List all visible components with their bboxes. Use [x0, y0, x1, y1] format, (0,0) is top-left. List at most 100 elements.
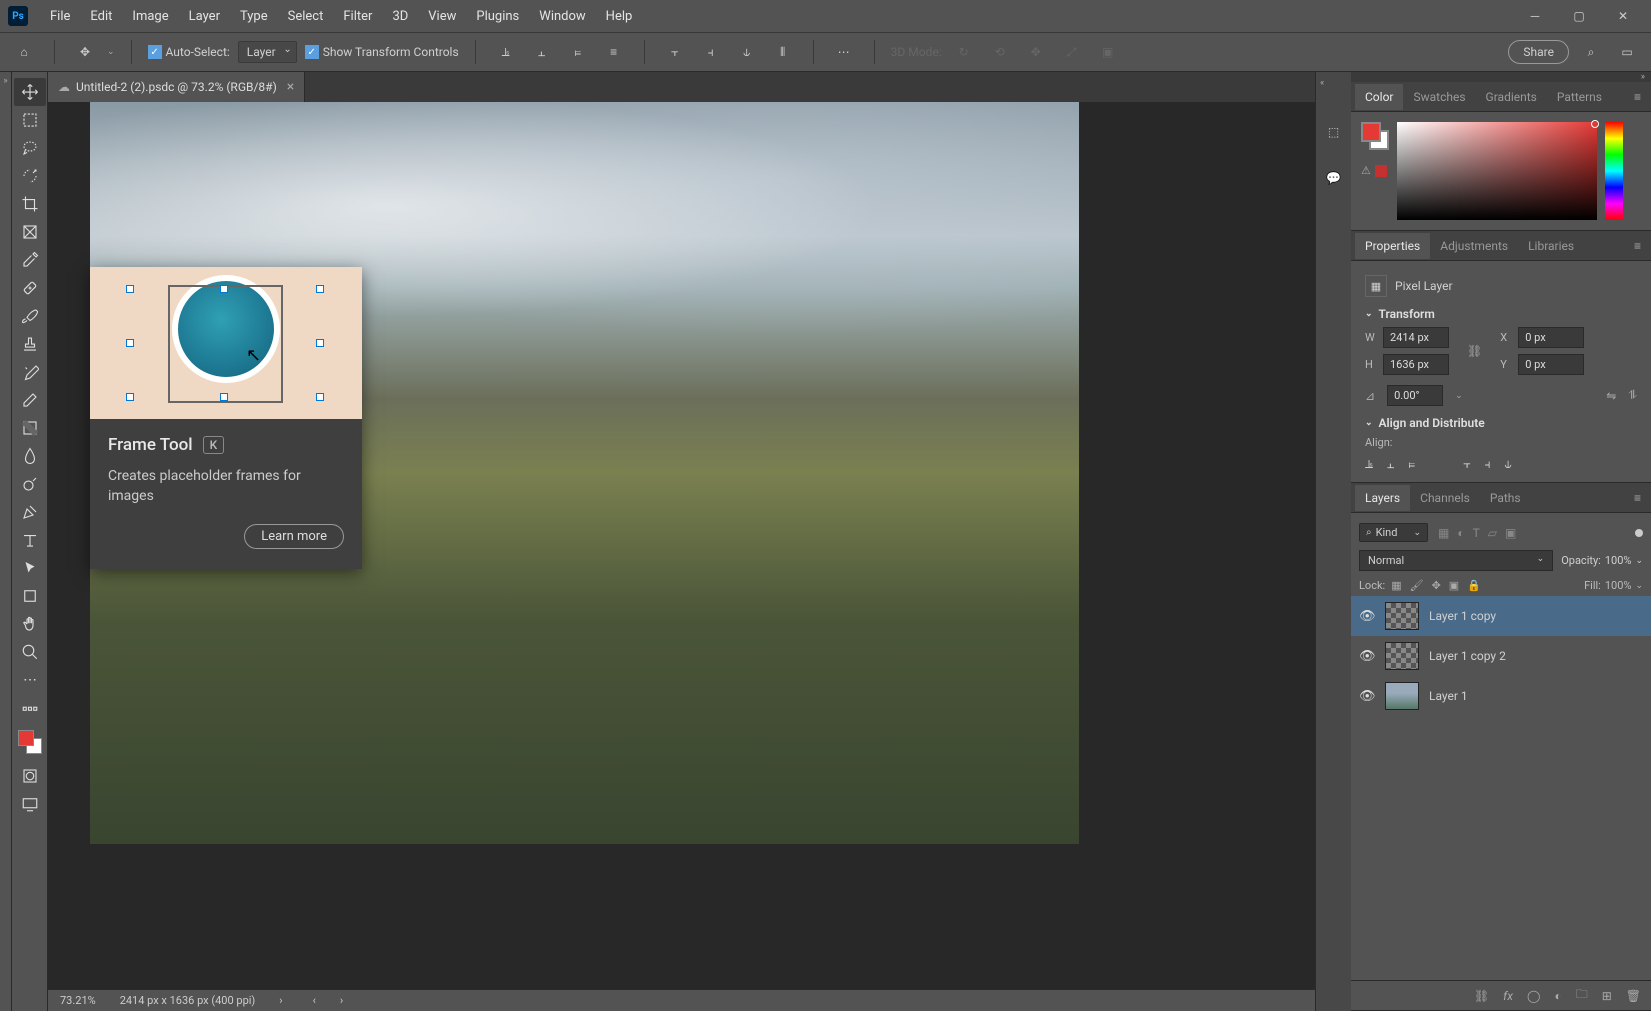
quick-select-tool[interactable] [14, 162, 46, 190]
minimize-button[interactable]: ─ [1515, 4, 1555, 28]
frame-tool[interactable] [14, 218, 46, 246]
filter-smart-icon[interactable]: ▣ [1505, 526, 1516, 540]
home-icon[interactable]: ⌂ [10, 38, 38, 66]
lock-artboard-icon[interactable]: ▣ [1449, 579, 1459, 592]
auto-select-checkbox[interactable]: ✓ Auto-Select: [148, 45, 230, 59]
fx-icon[interactable]: fx [1503, 989, 1513, 1003]
zoom-level[interactable]: 73.21% [60, 994, 96, 1007]
tab-paths[interactable]: Paths [1480, 485, 1531, 511]
share-button[interactable]: Share [1508, 40, 1569, 64]
angle-input[interactable] [1387, 385, 1443, 406]
more-icon[interactable]: ⋯ [830, 38, 858, 66]
document-tab[interactable]: ☁ Untitled-2 (2).psdc @ 73.2% (RGB/8#) × [48, 72, 305, 102]
close-tab-icon[interactable]: × [287, 79, 294, 95]
stamp-tool[interactable] [14, 330, 46, 358]
menu-layer[interactable]: Layer [179, 3, 230, 30]
edit-toolbar-icon[interactable] [14, 694, 46, 722]
menu-3d[interactable]: 3D [382, 3, 418, 30]
menu-file[interactable]: File [40, 3, 80, 30]
menu-type[interactable]: Type [230, 3, 278, 30]
height-input[interactable] [1383, 354, 1449, 375]
lock-transparency-icon[interactable]: ▦ [1391, 579, 1401, 592]
right-collapse-icon[interactable]: » [1351, 72, 1651, 82]
menu-edit[interactable]: Edit [80, 3, 122, 30]
type-tool[interactable] [14, 526, 46, 554]
maximize-button[interactable]: ▢ [1559, 4, 1599, 28]
tab-channels[interactable]: Channels [1410, 485, 1480, 511]
properties-panel-menu-icon[interactable]: ≡ [1628, 239, 1647, 253]
tab-properties[interactable]: Properties [1355, 233, 1430, 259]
search-icon[interactable]: ⌕ [1577, 38, 1605, 66]
layers-panel-menu-icon[interactable]: ≡ [1628, 491, 1647, 505]
tab-adjustments[interactable]: Adjustments [1430, 233, 1518, 259]
status-chevron-icon[interactable]: › [279, 994, 282, 1007]
menu-help[interactable]: Help [596, 3, 643, 30]
filter-pixel-icon[interactable]: ▦ [1438, 526, 1449, 540]
healing-tool[interactable] [14, 274, 46, 302]
collapse-right-icon[interactable]: « [1316, 78, 1324, 88]
history-brush-tool[interactable] [14, 358, 46, 386]
align-center-h-icon[interactable]: ⫠ [528, 38, 556, 66]
move-tool-icon[interactable]: ✥ [71, 38, 99, 66]
group-icon[interactable]: 🗀 [1576, 985, 1588, 1006]
lock-position-icon[interactable]: ✥ [1432, 579, 1441, 592]
layer-item[interactable]: 👁 Layer 1 copy [1351, 596, 1651, 636]
blend-mode-dropdown[interactable]: Normal⌄ [1359, 550, 1553, 571]
layer-name[interactable]: Layer 1 copy [1429, 609, 1496, 623]
distribute-v-icon[interactable]: ⦀ [769, 38, 797, 66]
layer-thumbnail[interactable] [1385, 602, 1419, 630]
eraser-tool[interactable] [14, 386, 46, 414]
zoom-tool[interactable] [14, 638, 46, 666]
tab-layers[interactable]: Layers [1355, 485, 1410, 511]
filter-shape-icon[interactable]: ▱ [1488, 526, 1497, 540]
color-field[interactable] [1397, 122, 1597, 220]
angle-dropdown-icon[interactable]: ⌄ [1455, 391, 1463, 401]
new-layer-icon[interactable]: ⊞ [1602, 989, 1612, 1003]
quick-mask-icon[interactable] [14, 762, 46, 790]
visibility-icon[interactable]: 👁 [1359, 609, 1375, 624]
x-input[interactable] [1518, 327, 1584, 348]
filter-type-icon[interactable]: T [1473, 526, 1480, 540]
status-nav-left-icon[interactable]: ‹ [313, 994, 316, 1007]
distribute-h-icon[interactable]: ≡ [600, 38, 628, 66]
marquee-tool[interactable] [14, 106, 46, 134]
blur-tool[interactable] [14, 442, 46, 470]
visibility-icon[interactable]: 👁 [1359, 649, 1375, 664]
layer-name[interactable]: Layer 1 copy 2 [1429, 649, 1506, 663]
left-expand-strip[interactable]: » [0, 72, 12, 1011]
align-left-icon[interactable]: ⫡ [492, 38, 520, 66]
adjustment-layer-icon[interactable]: ◐ [1554, 989, 1561, 1003]
close-button[interactable]: ✕ [1603, 4, 1643, 28]
layer-filter-dropdown[interactable]: ⌕Kind⌄ [1359, 523, 1428, 542]
align-v-centers-icon[interactable]: ⫞ [1484, 457, 1490, 472]
gamut-swatch[interactable] [1375, 165, 1387, 177]
align-bottom-edges-icon[interactable]: ⫝ [1505, 457, 1512, 472]
color-panel-menu-icon[interactable]: ≡ [1628, 90, 1647, 104]
menu-image[interactable]: Image [122, 3, 178, 30]
menu-filter[interactable]: Filter [333, 3, 382, 30]
layer-dropdown[interactable]: Layer [238, 41, 297, 63]
align-section-toggle[interactable]: ⌄Align and Distribute [1365, 416, 1637, 430]
align-right-edges-icon[interactable]: ⫢ [1408, 457, 1415, 472]
gradient-tool[interactable] [14, 414, 46, 442]
delete-layer-icon[interactable]: 🗑 [1626, 989, 1641, 1003]
opacity-value[interactable]: 100% [1605, 554, 1632, 567]
hue-slider[interactable] [1605, 122, 1623, 220]
y-input[interactable] [1518, 354, 1584, 375]
move-tool[interactable] [14, 78, 46, 106]
shape-tool[interactable] [14, 582, 46, 610]
align-left-edges-icon[interactable]: ⫡ [1365, 457, 1373, 472]
lock-all-icon[interactable]: 🔒 [1467, 579, 1481, 592]
tab-patterns[interactable]: Patterns [1547, 84, 1612, 110]
comments-panel-icon[interactable]: 💬 [1320, 164, 1348, 192]
transform-section-toggle[interactable]: ⌄Transform [1365, 307, 1637, 321]
foreground-background-swatch[interactable] [18, 730, 42, 754]
path-select-tool[interactable] [14, 554, 46, 582]
opacity-dropdown-icon[interactable]: ⌄ [1635, 556, 1643, 566]
fill-dropdown-icon[interactable]: ⌄ [1635, 581, 1643, 591]
screen-mode-icon[interactable] [14, 790, 46, 818]
fill-value[interactable]: 100% [1605, 579, 1632, 592]
layer-item[interactable]: 👁 Layer 1 [1351, 676, 1651, 716]
visibility-icon[interactable]: 👁 [1359, 689, 1375, 704]
flip-vertical-icon[interactable]: ⥮ [1628, 388, 1637, 403]
